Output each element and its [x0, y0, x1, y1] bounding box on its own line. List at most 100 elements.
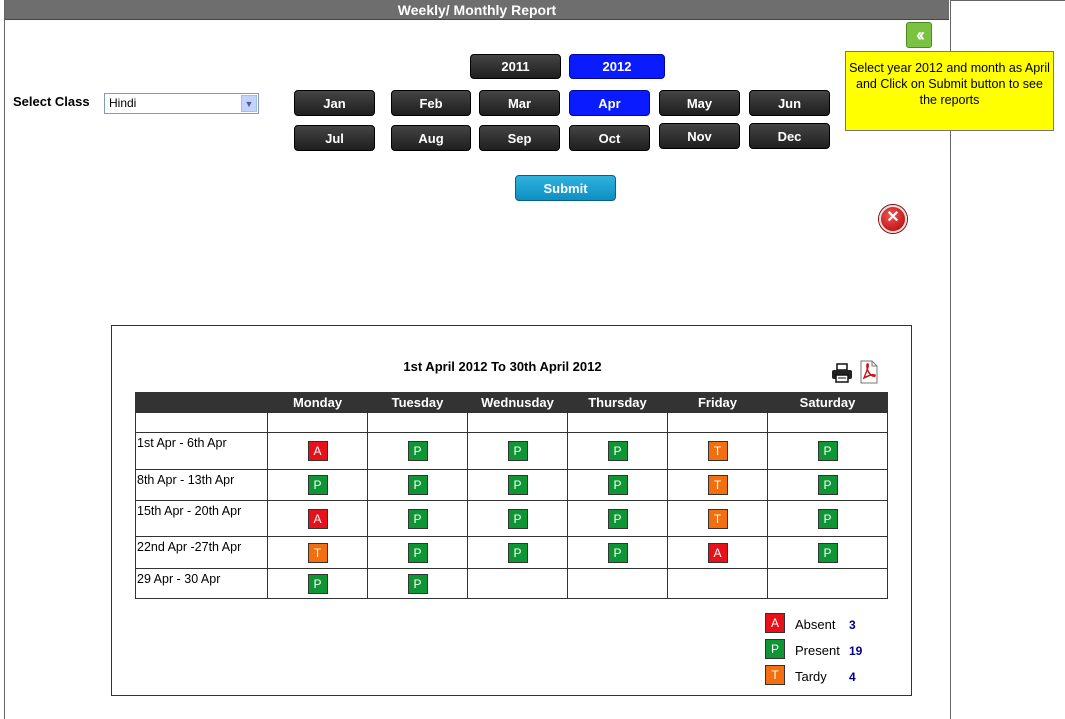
close-icon[interactable]: ✕ [879, 205, 907, 233]
week-range-cell: 1st Apr - 6th Apr [135, 432, 268, 470]
attendance-mark-tardy: T [707, 441, 728, 461]
submit-button[interactable]: Submit [515, 175, 616, 201]
attendance-mark-present: P [817, 508, 838, 529]
attendance-cell: P [767, 500, 888, 537]
chevron-down-icon[interactable]: ▼ [241, 95, 257, 112]
column-header-thursday: Thursday [567, 392, 668, 413]
attendance-mark-present: P [507, 475, 528, 495]
attendance-cell: P [267, 469, 368, 501]
month-button-aug[interactable]: Aug [391, 125, 471, 151]
month-button-apr[interactable]: Apr [569, 90, 650, 116]
attendance-mark-present: P [607, 508, 628, 529]
attendance-mark-tardy: T [707, 508, 728, 529]
attendance-cell: P [567, 536, 668, 569]
column-header-monday: Monday [267, 392, 368, 413]
collapse-icon[interactable]: ‹‹ [906, 22, 932, 48]
week-range-cell: 15th Apr - 20th Apr [135, 500, 268, 537]
attendance-cell: P [567, 469, 668, 501]
attendance-mark-present: P [607, 475, 628, 495]
table-header-row: Monday Tuesday Wednusday Thursday Friday… [135, 392, 888, 413]
month-button-nov[interactable]: Nov [659, 123, 740, 149]
attendance-mark-present: P [407, 542, 428, 563]
column-header-saturday: Saturday [767, 392, 888, 413]
class-dropdown[interactable]: Hindi ▼ [104, 93, 259, 114]
attendance-cell: P [467, 432, 568, 470]
legend-label-absent: Absent [795, 617, 836, 632]
attendance-mark-present: P [817, 542, 838, 563]
attendance-cell [467, 568, 568, 599]
attendance-mark-present: P [507, 441, 528, 461]
table-row: 8th Apr - 13th Apr P P P P T P [135, 469, 888, 501]
attendance-mark-present: P [507, 542, 528, 563]
table-row: 29 Apr - 30 Apr P P [135, 568, 888, 599]
attendance-mark-present: P [407, 475, 428, 495]
attendance-cell: P [367, 500, 468, 537]
left-frame-border [4, 0, 5, 719]
attendance-table: Monday Tuesday Wednusday Thursday Friday… [135, 392, 888, 599]
month-button-jan[interactable]: Jan [294, 90, 375, 116]
attendance-mark-present: P [307, 475, 328, 495]
attendance-cell [767, 568, 888, 599]
attendance-cell: P [567, 432, 668, 470]
month-button-mar[interactable]: Mar [479, 90, 560, 116]
legend-label-present: Present [795, 643, 840, 658]
attendance-cell: A [267, 500, 368, 537]
attendance-cell [667, 568, 768, 599]
attendance-cell: P [367, 568, 468, 599]
attendance-mark-tardy: T [707, 475, 728, 495]
select-class-label: Select Class [13, 94, 90, 109]
attendance-cell: P [467, 500, 568, 537]
legend-mark-absent: A [765, 613, 785, 633]
column-header-tuesday: Tuesday [367, 392, 468, 413]
print-icon[interactable] [831, 362, 853, 384]
attendance-cell: T [267, 536, 368, 569]
table-row: 15th Apr - 20th Apr A P P P T P [135, 500, 888, 537]
legend-mark-tardy: T [765, 665, 785, 685]
attendance-mark-absent: A [707, 542, 728, 563]
page-title: Weekly/ Monthly Report [5, 0, 949, 20]
attendance-cell: A [267, 432, 368, 470]
month-button-sep[interactable]: Sep [479, 125, 560, 151]
attendance-cell: P [467, 469, 568, 501]
attendance-mark-present: P [307, 573, 328, 594]
report-title: 1st April 2012 To 30th April 2012 [403, 359, 602, 374]
year-button-2012[interactable]: 2012 [569, 54, 665, 79]
attendance-cell: P [567, 500, 668, 537]
week-range-cell: 29 Apr - 30 Apr [135, 568, 268, 599]
attendance-mark-tardy: T [307, 542, 328, 563]
week-column-header [135, 392, 268, 413]
attendance-cell: P [367, 536, 468, 569]
pdf-icon[interactable] [859, 360, 879, 384]
attendance-mark-absent: A [307, 441, 328, 461]
attendance-cell: P [367, 469, 468, 501]
table-row: 1st Apr - 6th Apr A P P P T P [135, 432, 888, 470]
attendance-mark-present: P [607, 542, 628, 563]
attendance-cell: T [667, 469, 768, 501]
month-button-jul[interactable]: Jul [294, 125, 375, 151]
attendance-cell: P [267, 568, 368, 599]
attendance-cell [567, 568, 668, 599]
attendance-cell: P [367, 432, 468, 470]
attendance-mark-present: P [507, 508, 528, 529]
month-button-feb[interactable]: Feb [391, 90, 471, 116]
class-dropdown-value: Hindi [109, 96, 137, 110]
attendance-cell: P [767, 432, 888, 470]
attendance-cell: P [767, 536, 888, 569]
year-button-2011[interactable]: 2011 [470, 54, 561, 79]
table-spacer-row [135, 412, 888, 433]
attendance-mark-present: P [817, 441, 838, 461]
attendance-cell: A [667, 536, 768, 569]
month-button-dec[interactable]: Dec [749, 123, 830, 149]
column-header-wednesday: Wednusday [467, 392, 568, 413]
table-row: 22nd Apr -27th Apr T P P P A P [135, 536, 888, 569]
attendance-mark-present: P [407, 441, 428, 461]
month-button-may[interactable]: May [659, 90, 740, 116]
attendance-mark-present: P [817, 475, 838, 495]
month-button-jun[interactable]: Jun [749, 90, 830, 116]
top-right-border [950, 0, 1065, 1]
column-header-friday: Friday [667, 392, 768, 413]
attendance-cell: P [767, 469, 888, 501]
month-button-oct[interactable]: Oct [569, 125, 650, 151]
attendance-cell: T [667, 432, 768, 470]
week-range-cell: 8th Apr - 13th Apr [135, 469, 268, 501]
